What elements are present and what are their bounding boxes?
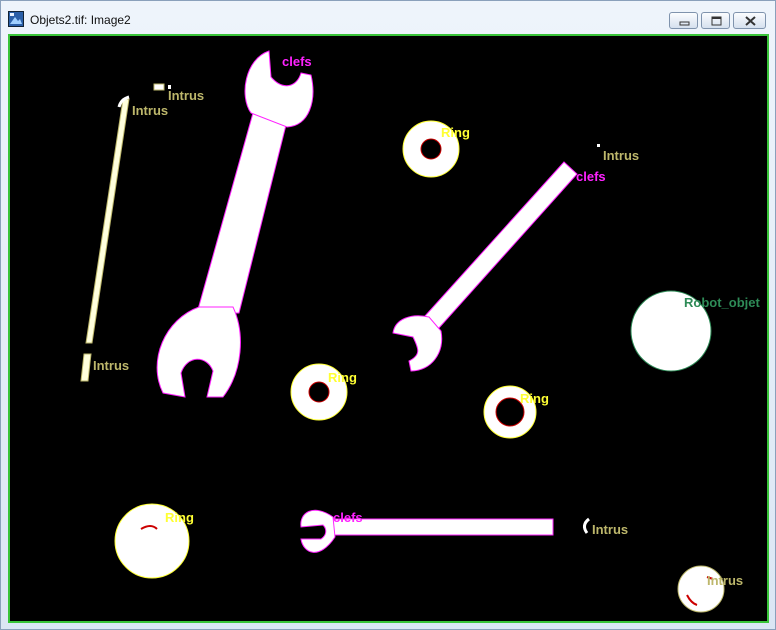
title-bar[interactable]: Objets2.tif: Image2	[1, 1, 775, 33]
imagej-image-icon	[8, 11, 24, 27]
intrus-small-piece	[153, 83, 165, 91]
label-clefs-1: clefs	[282, 54, 312, 69]
image-window: Objets2.tif: Image2 clefs clefs clefs Ri…	[0, 0, 776, 630]
close-icon	[745, 16, 756, 26]
label-ring-1: Ring	[441, 125, 470, 140]
label-intrus-3: Intrus	[603, 148, 639, 163]
restore-button[interactable]	[701, 12, 730, 29]
label-intrus-4: Intrus	[93, 358, 129, 373]
intrus-dot	[597, 144, 600, 147]
minimize-icon	[679, 21, 690, 26]
close-button[interactable]	[733, 12, 766, 29]
label-clefs-2: clefs	[576, 169, 606, 184]
label-robot-objet: Robot_objet	[684, 295, 760, 310]
window-title: Objets2.tif: Image2	[30, 13, 131, 27]
label-intrus-2: Intrus	[132, 103, 168, 118]
label-ring-2: Ring	[328, 370, 357, 385]
label-intrus-6: Intrus	[707, 573, 743, 588]
minimize-button[interactable]	[669, 12, 698, 29]
restore-icon	[711, 16, 722, 26]
label-intrus-1: Intrus	[168, 88, 204, 103]
label-intrus-5: Intrus	[592, 522, 628, 537]
image-canvas[interactable]: clefs clefs clefs Ring Ring Ring Ring In…	[10, 36, 767, 621]
label-ring-3: Ring	[520, 391, 549, 406]
label-clefs-3: clefs	[333, 510, 363, 525]
label-ring-4: Ring	[165, 510, 194, 525]
